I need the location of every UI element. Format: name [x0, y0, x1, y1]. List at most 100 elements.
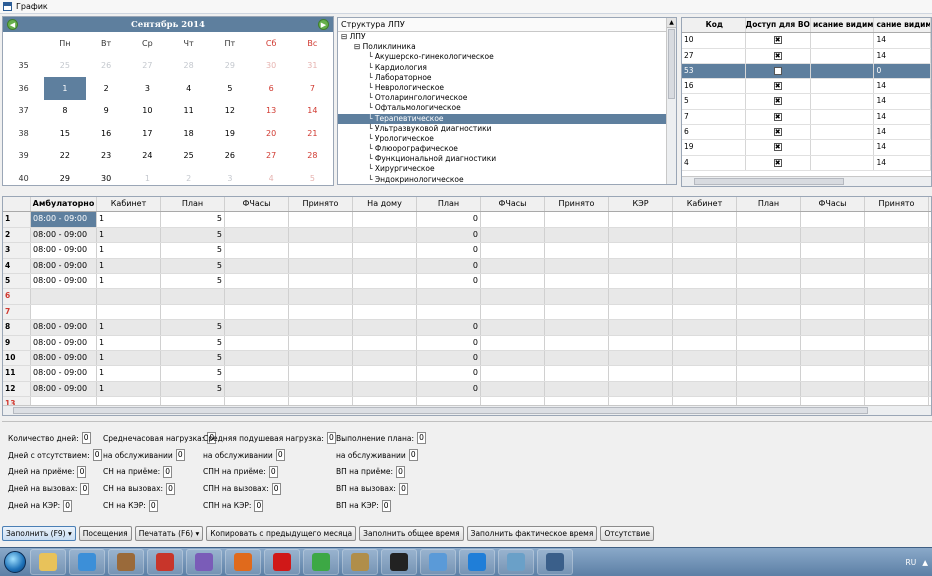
tree-node-department[interactable]: └ Акушерско-гинекологическое [338, 52, 676, 62]
table-cell[interactable] [673, 243, 737, 258]
plan-cell[interactable]: 5 [161, 243, 225, 258]
home-plan-cell[interactable] [417, 289, 481, 304]
column-header[interactable]: На дому [353, 197, 417, 212]
tree-node-department[interactable]: └ Лабораторное [338, 73, 676, 83]
taskbar-button[interactable] [147, 549, 183, 575]
table-cell[interactable] [673, 289, 737, 304]
table-cell[interactable] [609, 366, 673, 381]
table-cell[interactable] [865, 227, 929, 243]
time-cell[interactable] [31, 304, 97, 320]
cabinet-cell[interactable]: 1 [97, 258, 161, 273]
table-cell[interactable] [545, 381, 609, 397]
home-plan-cell[interactable]: 0 [417, 227, 481, 243]
table-cell[interactable] [353, 381, 417, 397]
home-plan-cell[interactable]: 0 [417, 320, 481, 335]
tree-node-department[interactable]: └ Неврологическое [338, 83, 676, 93]
table-cell[interactable] [609, 212, 673, 227]
table-cell[interactable] [865, 304, 929, 320]
taskbar-button[interactable] [225, 549, 261, 575]
table-cell[interactable] [481, 320, 545, 335]
calendar-day[interactable]: 24 [127, 145, 168, 168]
fill-actual-time-button[interactable]: Заполнить фактическое время [466, 526, 598, 541]
home-plan-cell[interactable]: 0 [417, 366, 481, 381]
cabinet-cell[interactable]: 1 [97, 320, 161, 335]
table-cell[interactable] [865, 243, 929, 258]
calendar-day[interactable]: 3 [209, 167, 250, 190]
access-checkbox[interactable]: ✖ [773, 143, 782, 152]
home-plan-cell[interactable]: 0 [417, 381, 481, 397]
cabinet-cell[interactable]: 1 [97, 381, 161, 397]
table-row[interactable]: 53 0 [682, 63, 931, 80]
table-row[interactable]: 7 [3, 304, 931, 321]
calendar-day[interactable]: 5 [209, 77, 250, 100]
prev-month-button[interactable]: ◀ [7, 19, 18, 30]
table-cell[interactable] [353, 273, 417, 289]
table-cell[interactable] [545, 273, 609, 289]
table-cell[interactable] [481, 289, 545, 304]
access-checkbox[interactable] [773, 66, 782, 75]
table-row[interactable]: 1 08:00 - 09:00 1 5 0 [3, 212, 931, 228]
table-cell[interactable] [225, 227, 289, 243]
table-cell[interactable] [481, 366, 545, 381]
access-scroll-thumb[interactable] [694, 178, 844, 185]
table-cell[interactable] [865, 320, 929, 335]
cabinet-cell[interactable] [97, 289, 161, 304]
calendar-day[interactable]: 26 [209, 145, 250, 168]
calendar-day[interactable]: 11 [168, 100, 209, 123]
table-cell[interactable] [289, 304, 353, 320]
table-row[interactable]: 6 [3, 289, 931, 305]
fill-button[interactable]: Заполнить (F9) ▾ [2, 526, 76, 541]
table-cell[interactable] [673, 304, 737, 320]
table-cell[interactable] [609, 350, 673, 366]
plan-cell[interactable]: 5 [161, 350, 225, 366]
plan-cell[interactable]: 5 [161, 227, 225, 243]
table-cell[interactable] [737, 350, 801, 366]
calendar-day[interactable]: 14 [292, 100, 333, 123]
taskbar-button[interactable] [381, 549, 417, 575]
cabinet-cell[interactable]: 1 [97, 227, 161, 243]
home-plan-cell[interactable]: 0 [417, 212, 481, 227]
home-plan-cell[interactable] [417, 304, 481, 320]
calendar-day[interactable]: 27 [127, 55, 168, 78]
column-header[interactable]: ФЧасы [481, 197, 545, 212]
table-cell[interactable] [481, 350, 545, 366]
time-cell[interactable]: 08:00 - 09:00 [31, 335, 97, 350]
table-cell[interactable] [225, 289, 289, 304]
table-cell[interactable] [737, 227, 801, 243]
table-cell[interactable] [801, 243, 865, 258]
calendar-day[interactable]: 16 [86, 122, 127, 145]
taskbar-button[interactable] [264, 549, 300, 575]
table-cell[interactable] [865, 258, 929, 273]
table-cell[interactable] [289, 243, 353, 258]
table-cell[interactable] [673, 381, 737, 397]
cabinet-cell[interactable]: 1 [97, 366, 161, 381]
home-plan-cell[interactable]: 0 [417, 243, 481, 258]
table-cell[interactable] [353, 243, 417, 258]
plan-cell[interactable] [161, 289, 225, 304]
table-cell[interactable] [225, 212, 289, 227]
table-cell[interactable] [225, 366, 289, 381]
tree-node-department[interactable]: └ Урологическое [338, 134, 676, 144]
taskbar-button[interactable] [342, 549, 378, 575]
column-header[interactable]: Кабинет [97, 197, 161, 212]
cabinet-cell[interactable]: 1 [97, 335, 161, 350]
tree-node-department[interactable]: └ Флюорографическое [338, 144, 676, 154]
table-cell[interactable] [673, 273, 737, 289]
calendar-day[interactable]: 7 [292, 77, 333, 100]
column-header[interactable]: сание видимо [874, 18, 931, 33]
table-row[interactable]: 2 08:00 - 09:00 1 5 0 [3, 227, 931, 244]
home-plan-cell[interactable]: 0 [417, 258, 481, 273]
table-cell[interactable] [609, 304, 673, 320]
table-cell[interactable] [673, 258, 737, 273]
table-cell[interactable] [481, 381, 545, 397]
table-cell[interactable] [225, 335, 289, 350]
table-row[interactable]: 27 ✖ 14 [682, 48, 931, 64]
table-cell[interactable] [289, 350, 353, 366]
table-cell[interactable] [225, 258, 289, 273]
table-cell[interactable] [801, 273, 865, 289]
table-cell[interactable] [545, 320, 609, 335]
table-cell[interactable] [801, 227, 865, 243]
taskbar-button[interactable] [303, 549, 339, 575]
taskbar-button[interactable] [420, 549, 456, 575]
table-cell[interactable] [609, 335, 673, 350]
